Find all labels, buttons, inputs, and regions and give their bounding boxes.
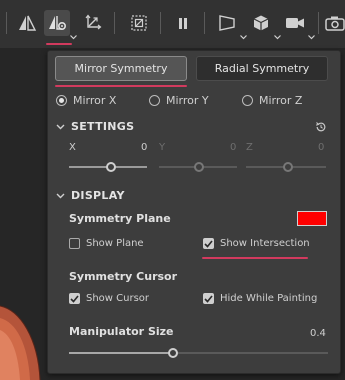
- checkmark-icon: [204, 294, 213, 303]
- cube-button[interactable]: [248, 10, 281, 40]
- symmetry-settings-button[interactable]: [44, 10, 77, 40]
- tab-mirror-symmetry[interactable]: Mirror Symmetry: [55, 56, 187, 81]
- toolbar-separator: [6, 12, 7, 34]
- checkmark-icon: [204, 239, 213, 248]
- radio-label: Mirror X: [73, 94, 117, 107]
- show-intersection-checkbox[interactable]: Show Intersection: [203, 238, 310, 249]
- symmetry-plane-label: Symmetry Plane: [69, 212, 171, 225]
- show-plane-checkbox[interactable]: Show Plane: [69, 238, 144, 249]
- manipulator-size-slider-fill: [69, 352, 173, 354]
- mirror-icon: [19, 15, 37, 31]
- top-toolbar: [0, 0, 345, 48]
- reset-icon[interactable]: [315, 121, 327, 133]
- chevron-down-icon: [56, 124, 65, 130]
- chevron-down-icon: [70, 35, 77, 40]
- active-tool-underline: [46, 43, 72, 45]
- mirror-tool-button[interactable]: [14, 10, 40, 36]
- checkbox-label: Show Cursor: [86, 293, 150, 304]
- radio-mirror-y[interactable]: Mirror Y: [149, 94, 209, 107]
- checkbox-label: Show Intersection: [220, 238, 310, 249]
- axis-x-label: X: [69, 142, 76, 153]
- checkmark-icon: [70, 294, 79, 303]
- radio-button[interactable]: [149, 95, 160, 106]
- toolbar-separator: [318, 12, 319, 34]
- chevron-down-icon: [308, 35, 315, 40]
- radio-button[interactable]: [242, 95, 253, 106]
- symmetry-settings-icon: [49, 16, 67, 31]
- radio-button[interactable]: [56, 95, 67, 106]
- transform-button[interactable]: [80, 10, 106, 36]
- axis-y-label: Y: [159, 142, 166, 153]
- pause-button[interactable]: [170, 10, 196, 36]
- manipulator-size-slider-track[interactable]: [69, 352, 328, 354]
- display-section-header[interactable]: DISPLAY: [56, 189, 125, 202]
- chevron-down-icon: [56, 193, 65, 199]
- radio-mirror-x[interactable]: Mirror X: [56, 94, 116, 107]
- chevron-down-icon: [240, 35, 247, 40]
- camera-button[interactable]: [282, 10, 315, 40]
- axis-y-slider-knob: [194, 162, 204, 172]
- manipulator-size-slider-knob[interactable]: [168, 348, 178, 358]
- checkbox[interactable]: [69, 293, 80, 304]
- axis-x-slider-knob[interactable]: [106, 162, 116, 172]
- axis-z-label: Z: [246, 142, 253, 153]
- manipulator-size-label: Manipulator Size: [69, 325, 174, 338]
- manipulator-size-value: 0.4: [310, 328, 326, 339]
- settings-section-header[interactable]: SETTINGS: [56, 120, 134, 133]
- axis-x-value: 0: [141, 142, 148, 153]
- checkbox-label: Hide While Painting: [220, 293, 318, 304]
- axis-z-slider-knob: [283, 162, 293, 172]
- axis-y-value: 0: [230, 142, 237, 153]
- symmetry-panel: Mirror Symmetry Radial Symmetry Mirror X…: [47, 50, 341, 374]
- section-title: SETTINGS: [71, 120, 135, 133]
- toolbar-separator: [114, 12, 115, 34]
- show-cursor-checkbox[interactable]: Show Cursor: [69, 293, 149, 304]
- transform-icon: [85, 14, 102, 30]
- tab-radial-symmetry[interactable]: Radial Symmetry: [196, 56, 328, 81]
- symmetry-cursor-label: Symmetry Cursor: [69, 270, 178, 283]
- radio-mirror-z[interactable]: Mirror Z: [242, 94, 302, 107]
- toolbar-separator: [204, 12, 205, 34]
- checkbox[interactable]: [69, 238, 80, 249]
- checkbox-label: Show Plane: [86, 238, 144, 249]
- radio-label: Mirror Y: [166, 94, 209, 107]
- toolbar-separator: [160, 12, 161, 34]
- cube-icon: [253, 15, 269, 31]
- show-intersection-underline: [202, 257, 308, 259]
- perspective-button[interactable]: [214, 10, 247, 40]
- tab-highlight-underline: [55, 85, 187, 87]
- checkbox[interactable]: [203, 238, 214, 249]
- axis-z-value: 0: [318, 142, 325, 153]
- perspective-icon: [219, 15, 235, 31]
- snap-grid-icon: [131, 15, 147, 31]
- snap-grid-button[interactable]: [126, 10, 152, 36]
- screenshot-button[interactable]: [322, 10, 345, 36]
- checkbox[interactable]: [203, 293, 214, 304]
- radio-label: Mirror Z: [259, 94, 303, 107]
- screenshot-icon: [325, 16, 345, 31]
- pause-icon: [179, 18, 187, 29]
- camera-icon: [286, 18, 304, 28]
- chevron-down-icon: [274, 35, 281, 40]
- hide-while-painting-checkbox[interactable]: Hide While Painting: [203, 293, 317, 304]
- section-title: DISPLAY: [71, 189, 125, 202]
- plane-color-swatch[interactable]: [297, 211, 327, 226]
